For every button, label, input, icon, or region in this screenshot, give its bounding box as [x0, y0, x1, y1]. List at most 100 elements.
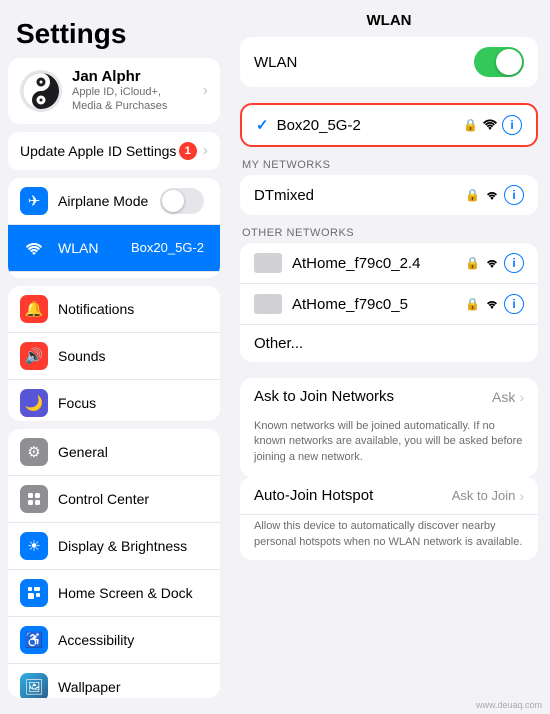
athome-5-thumb: [254, 294, 282, 314]
watermark: www.deuaq.com: [228, 696, 550, 714]
other-network-row-athome-5[interactable]: AtHome_f79c0_5 🔒 i: [240, 284, 538, 325]
wallpaper-label: Wallpaper: [58, 679, 208, 695]
athome-5-info-icon[interactable]: i: [504, 294, 524, 314]
sidebar-item-display-brightness[interactable]: ☀ Display & Brightness: [8, 523, 220, 570]
sidebar-item-control-center[interactable]: Control Center: [8, 476, 220, 523]
airplane-mode-label: Airplane Mode: [58, 193, 160, 209]
display-brightness-icon: ☀: [20, 532, 48, 560]
dtmixed-icons: 🔒 i: [465, 185, 524, 205]
sidebar-item-airplane-mode[interactable]: ✈ Airplane Mode: [8, 178, 220, 225]
control-center-icon: [20, 485, 48, 513]
general-icon: ⚙: [20, 438, 48, 466]
ask-to-join-label: Ask to Join Networks: [254, 388, 492, 405]
dtmixed-info-icon[interactable]: i: [504, 185, 524, 205]
focus-label: Focus: [58, 395, 208, 411]
sidebar-item-bluetooth[interactable]: Bluetooth On: [8, 272, 220, 279]
my-networks-section: DTmixed 🔒 i: [240, 175, 538, 215]
sounds-label: Sounds: [58, 348, 208, 364]
athome-2-4-wifi-icon: [484, 256, 500, 271]
athome-5-wifi-icon: [484, 297, 500, 312]
settings-title: Settings: [0, 0, 228, 58]
control-center-label: Control Center: [58, 491, 208, 507]
update-banner[interactable]: Update Apple ID Settings 1 ›: [8, 132, 220, 170]
athome-5-label: AtHome_f79c0_5: [292, 296, 408, 313]
auto-join-row[interactable]: Auto-Join Hotspot Ask to Join ›: [240, 477, 538, 515]
athome-5-icons: 🔒 i: [465, 294, 524, 314]
sidebar-item-sounds[interactable]: 🔊 Sounds: [8, 333, 220, 380]
my-networks-section-label: MY NETWORKS: [228, 147, 550, 175]
sidebar-item-accessibility[interactable]: ♿ Accessibility: [8, 617, 220, 664]
other-network-row-athome-2-4[interactable]: AtHome_f79c0_2.4 🔒 i: [240, 243, 538, 284]
other-networks-section-label: OTHER NETWORKS: [228, 215, 550, 243]
general-label: General: [58, 444, 208, 460]
other-network-row-other[interactable]: Other...: [240, 325, 538, 362]
ask-to-join-chevron-icon: ›: [519, 389, 524, 405]
dtmixed-label: DTmixed: [254, 187, 314, 204]
profile-name: Jan Alphr: [72, 68, 193, 85]
update-badge: 1: [179, 142, 197, 160]
sidebar-section-notifications: 🔔 Notifications 🔊 Sounds 🌙 Focus ⏱ Scree…: [8, 286, 220, 420]
sidebar: Settings Jan Alphr Apple ID, iCloud+, Me…: [0, 0, 228, 714]
athome-2-4-thumb: [254, 253, 282, 273]
wallpaper-icon: 🖼: [20, 673, 48, 698]
connected-network-info-icon[interactable]: i: [502, 115, 522, 135]
athome-2-4-icons: 🔒 i: [465, 253, 524, 273]
airplane-mode-icon: ✈: [20, 187, 48, 215]
main-header-title: WLAN: [228, 0, 550, 37]
sidebar-section-network: ✈ Airplane Mode WLAN Box20_5G-2: [8, 178, 220, 279]
avatar: [20, 70, 62, 112]
checkmark-icon: ✓: [256, 116, 269, 134]
display-brightness-label: Display & Brightness: [58, 538, 208, 554]
wifi-icon: [482, 118, 498, 133]
athome-5-lock-icon: 🔒: [465, 297, 480, 311]
wlan-icon: [20, 234, 48, 262]
sidebar-item-focus[interactable]: 🌙 Focus: [8, 380, 220, 420]
wlan-toggle-label: WLAN: [254, 54, 474, 71]
update-text: Update Apple ID Settings: [20, 143, 179, 159]
connected-network-name: Box20_5G-2: [277, 117, 463, 134]
profile-chevron-icon: ›: [203, 82, 208, 100]
accessibility-icon: ♿: [20, 626, 48, 654]
ask-to-join-value: Ask: [492, 389, 515, 405]
my-network-row-dtmixed[interactable]: DTmixed 🔒 i: [240, 175, 538, 215]
athome-2-4-label: AtHome_f79c0_2.4: [292, 255, 420, 272]
notifications-label: Notifications: [58, 301, 208, 317]
wlan-toggle-row: WLAN: [240, 37, 538, 87]
dtmixed-wifi-icon: [484, 188, 500, 203]
sidebar-item-home-screen[interactable]: Home Screen & Dock: [8, 570, 220, 617]
wlan-label: WLAN: [58, 240, 131, 256]
other-label: Other...: [254, 335, 303, 352]
auto-join-section: Auto-Join Hotspot Ask to Join › Allow th…: [240, 477, 538, 560]
profile-info: Jan Alphr Apple ID, iCloud+, Media & Pur…: [72, 68, 193, 114]
auto-join-description: Allow this device to automatically disco…: [240, 515, 538, 560]
sidebar-item-general[interactable]: ⚙ General: [8, 429, 220, 476]
sounds-icon: 🔊: [20, 342, 48, 370]
other-networks-section: AtHome_f79c0_2.4 🔒 i: [240, 243, 538, 362]
profile-card[interactable]: Jan Alphr Apple ID, iCloud+, Media & Pur…: [8, 58, 220, 124]
update-chevron-icon: ›: [203, 142, 208, 160]
wlan-toggle[interactable]: [474, 47, 524, 77]
auto-join-chevron-icon: ›: [519, 488, 524, 504]
sidebar-item-wlan[interactable]: WLAN Box20_5G-2: [8, 225, 220, 272]
ask-to-join-description: Known networks will be joined automatica…: [240, 415, 538, 477]
athome-2-4-lock-icon: 🔒: [465, 256, 480, 270]
sidebar-item-wallpaper[interactable]: 🖼 Wallpaper: [8, 664, 220, 698]
home-screen-icon: [20, 579, 48, 607]
connected-network-section: ✓ Box20_5G-2 🔒 i: [240, 103, 538, 147]
ask-to-join-section: Ask to Join Networks Ask › Known network…: [240, 378, 538, 477]
athome-2-4-info-icon[interactable]: i: [504, 253, 524, 273]
lock-icon: 🔒: [463, 118, 478, 132]
notifications-icon: 🔔: [20, 295, 48, 323]
airplane-mode-toggle[interactable]: [160, 188, 204, 214]
connected-network-icons: 🔒 i: [463, 115, 522, 135]
ask-to-join-row[interactable]: Ask to Join Networks Ask ›: [240, 378, 538, 415]
sidebar-section-general: ⚙ General Control Center ☀ Display & Bri…: [8, 429, 220, 698]
wlan-toggle-knob: [496, 49, 522, 75]
profile-subtitle: Apple ID, iCloud+, Media & Purchases: [72, 85, 193, 114]
accessibility-label: Accessibility: [58, 632, 208, 648]
main-content: WLAN WLAN ✓ Box20_5G-2 🔒: [228, 0, 550, 714]
wlan-value: Box20_5G-2: [131, 240, 204, 255]
sidebar-item-notifications[interactable]: 🔔 Notifications: [8, 286, 220, 333]
connected-network-row[interactable]: ✓ Box20_5G-2 🔒 i: [242, 105, 536, 145]
home-screen-label: Home Screen & Dock: [58, 585, 208, 601]
